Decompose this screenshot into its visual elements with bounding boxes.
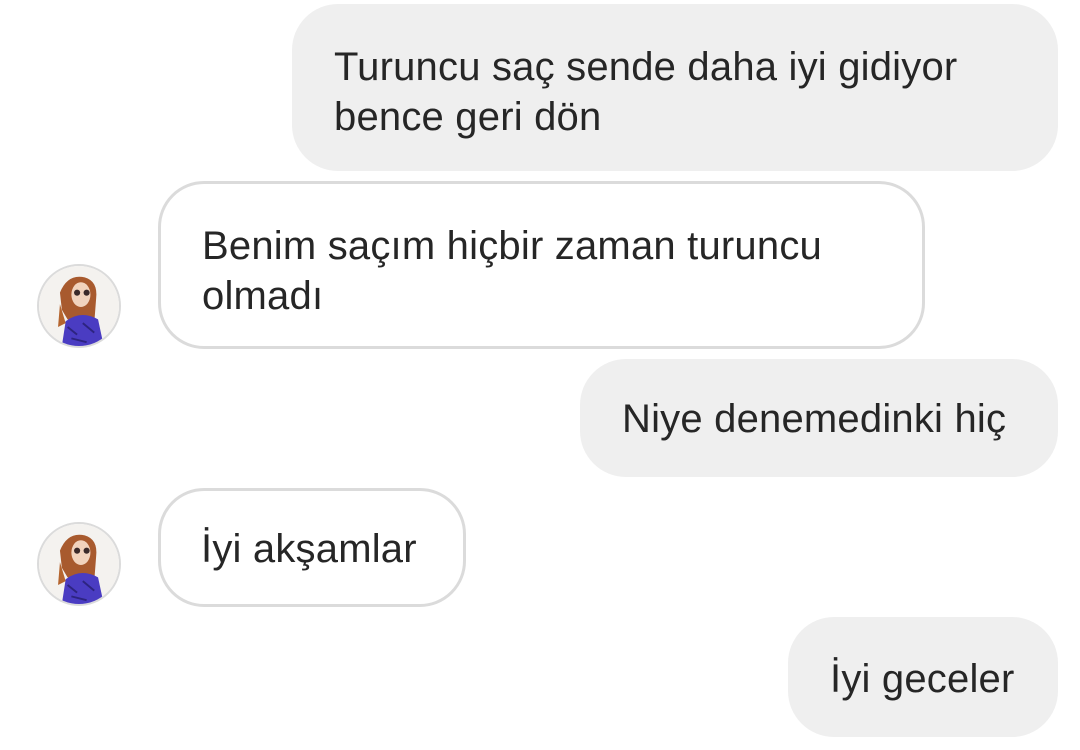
message-text-line: bence geri dön	[334, 95, 602, 139]
message-text-line: Turuncu saç sende daha iyi gidiyor	[334, 45, 958, 89]
message-bubble-sent[interactable]: Niye denemedinki hiç	[580, 359, 1058, 477]
contact-avatar[interactable]	[37, 264, 121, 348]
message-text-line: İyi akşamlar	[201, 527, 417, 571]
message-text-line: olmadı	[202, 274, 324, 318]
contact-avatar[interactable]	[37, 522, 121, 606]
message-bubble-sent[interactable]: Turuncu saç sende daha iyi gidiyor bence…	[292, 4, 1058, 171]
message-bubble-received[interactable]: Benim saçım hiçbir zaman turuncu olmadı	[158, 181, 925, 349]
profile-photo-icon	[39, 266, 119, 346]
message-bubble-received[interactable]: İyi akşamlar	[158, 488, 466, 607]
message-text-line: Benim saçım hiçbir zaman turuncu	[202, 224, 822, 268]
profile-photo-icon	[39, 524, 119, 604]
message-bubble-sent[interactable]: İyi geceler	[788, 617, 1058, 737]
message-text-line: Niye denemedinki hiç	[622, 397, 1007, 441]
message-text-line: İyi geceler	[830, 657, 1015, 701]
